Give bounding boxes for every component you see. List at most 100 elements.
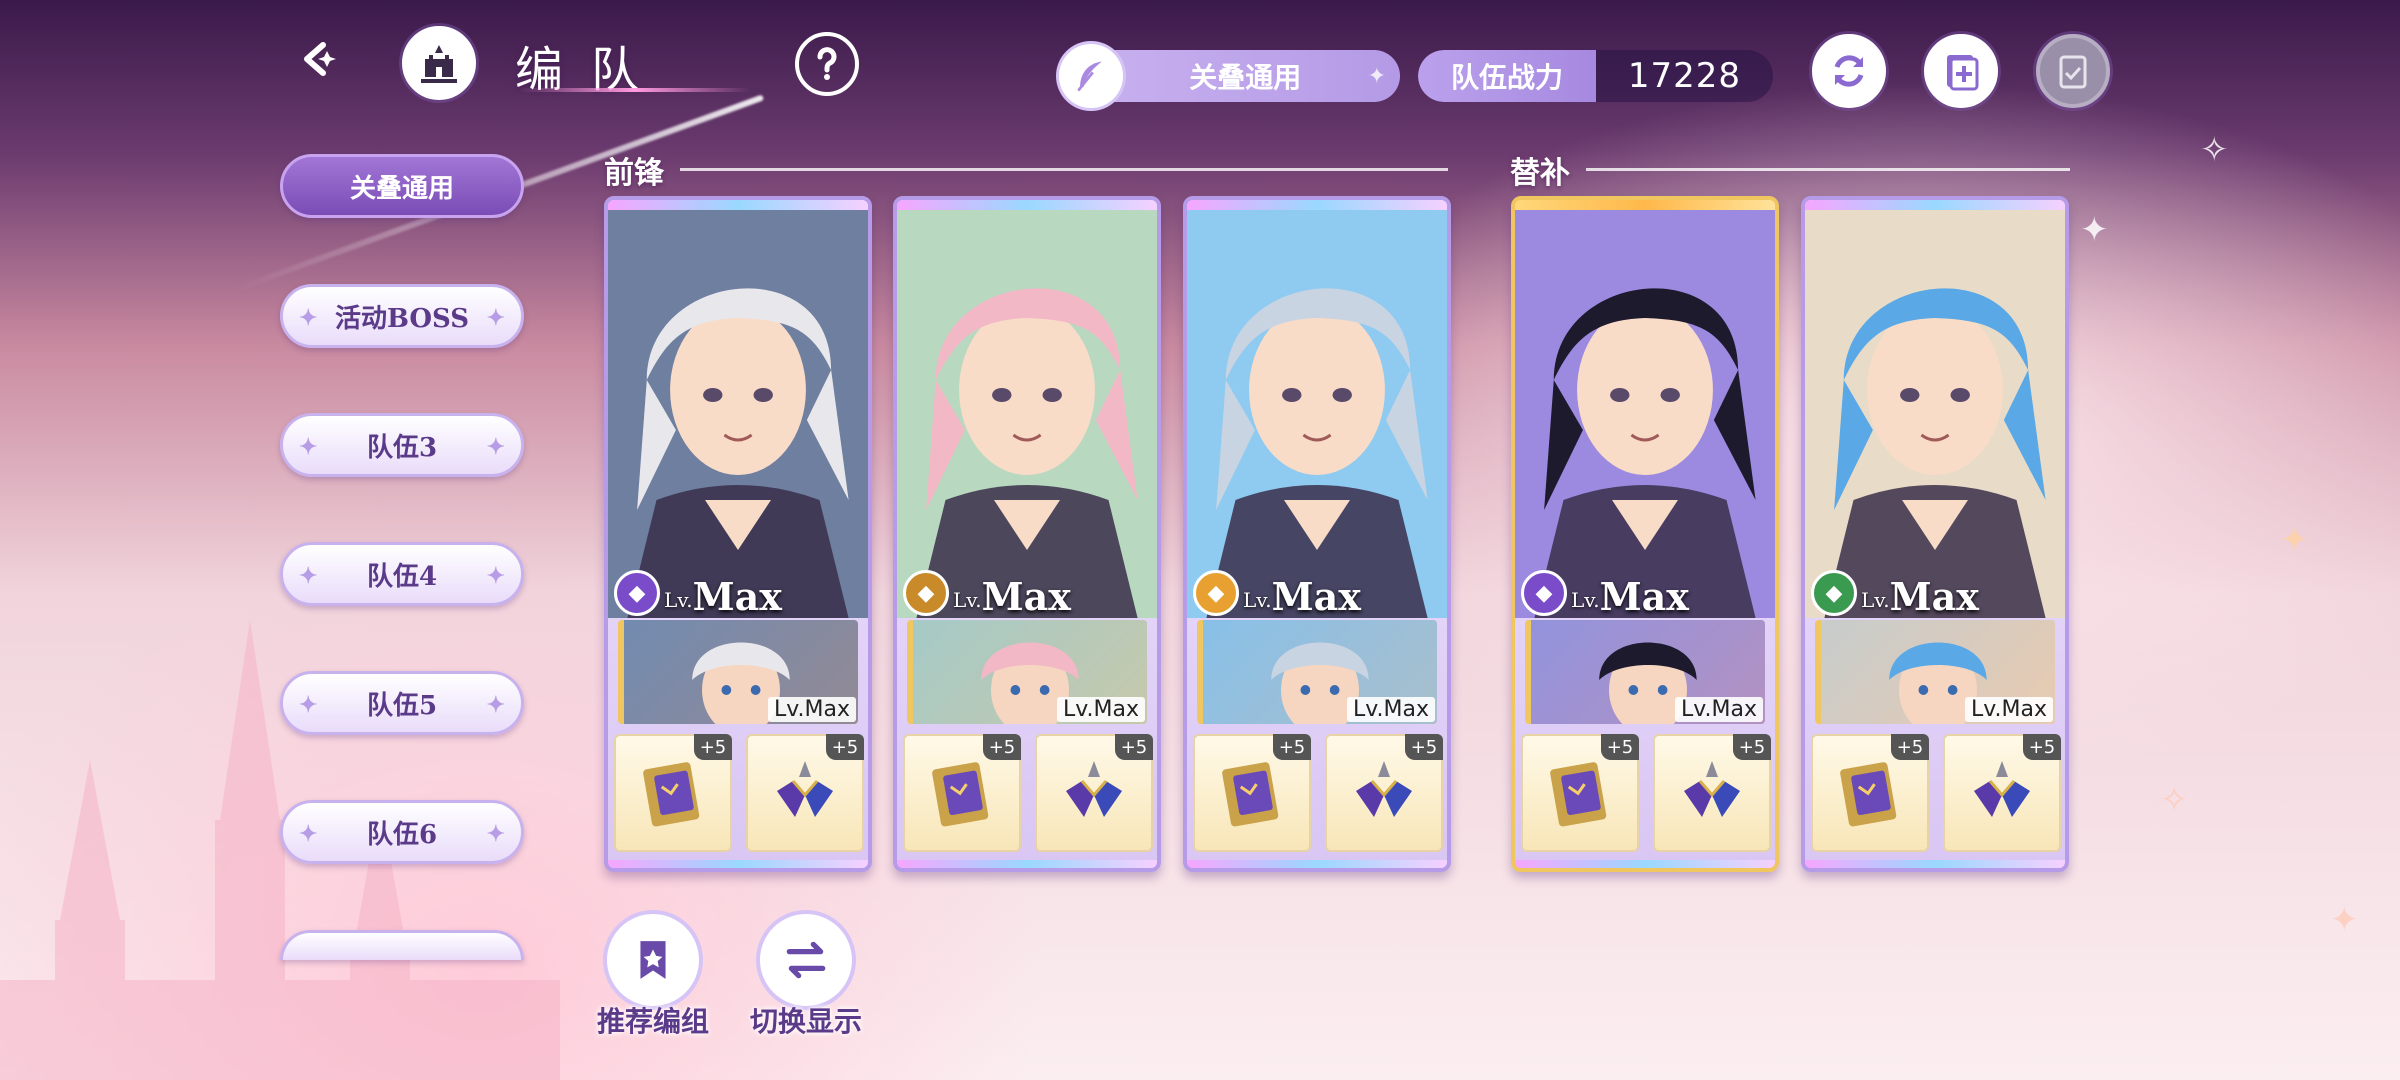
question-icon	[817, 47, 837, 80]
home-button[interactable]	[402, 26, 476, 100]
element-icon: ◆	[903, 570, 949, 616]
book-icon	[1222, 762, 1279, 827]
bookmark-star-icon	[640, 941, 666, 979]
clipboard-icon	[2059, 55, 2087, 89]
support-level: Lv.Max	[767, 697, 856, 722]
equipment-slot-1[interactable]: +5	[1521, 734, 1639, 852]
enhance-level: +5	[2023, 734, 2061, 760]
team-tab-2[interactable]: ✦ ✦ 活动BOSS	[280, 284, 524, 348]
front-section-divider	[680, 168, 1448, 171]
add-team-button[interactable]	[1924, 34, 1998, 108]
team-power: 队伍战力 17228	[1418, 50, 1773, 102]
book-icon	[1840, 762, 1897, 827]
team-tab-4[interactable]: ✦ ✦ 队伍4	[280, 542, 524, 606]
character-card-4[interactable]: ◆ Lv. Max Lv.Max +5 +5	[1511, 196, 1779, 872]
team-tab-label: 关叠通用	[349, 173, 454, 204]
character-card-2[interactable]: ◆ Lv. Max Lv.Max +5 +5	[893, 196, 1161, 872]
character-card-5[interactable]: ◆ Lv. Max Lv.Max +5 +5	[1801, 196, 2069, 872]
equipment-slot-1[interactable]: +5	[1811, 734, 1929, 852]
character-level: ◆ Lv. Max	[1193, 570, 1361, 616]
equipment-slot-2[interactable]: +5	[1035, 734, 1153, 852]
recommend-team-label: 推荐编组	[596, 1005, 709, 1038]
level-prefix: Lv.	[1243, 588, 1272, 612]
equipment-slot-2[interactable]: +5	[1943, 734, 2061, 852]
enhance-level: +5	[826, 734, 864, 760]
team-tab-5[interactable]: ✦ ✦ 队伍5	[280, 671, 524, 735]
sparkle-icon: ✦	[486, 821, 505, 847]
swap-arrows-icon	[786, 941, 826, 979]
team-tab-1[interactable]: 关叠通用	[280, 154, 524, 218]
card-bottom-strip	[1805, 860, 2065, 868]
level-prefix: Lv.	[1571, 588, 1600, 612]
support-card[interactable]: Lv.Max	[1197, 620, 1437, 724]
gem-pendant-icon	[1974, 761, 2030, 817]
level-prefix: Lv.	[953, 588, 982, 612]
equipment-slots: +5 +5	[1193, 734, 1443, 852]
front-section-title: 前锋	[604, 156, 664, 191]
enhance-level: +5	[1405, 734, 1443, 760]
sparkle-icon: ✦	[486, 305, 505, 331]
character-level: ◆ Lv. Max	[614, 570, 782, 616]
copy-team-button[interactable]	[2036, 34, 2110, 108]
character-card-1[interactable]: ◆ Lv. Max Lv.Max +5 +5	[604, 196, 872, 872]
card-rarity-strip	[1805, 200, 2065, 210]
sparkle-icon: ✦	[486, 692, 505, 718]
toggle-display-label: 切换显示	[749, 1005, 862, 1038]
support-card[interactable]: Lv.Max	[1815, 620, 2055, 724]
add-page-icon	[1947, 55, 1979, 91]
character-portrait	[1515, 210, 1775, 618]
team-power-label: 队伍战力	[1418, 50, 1596, 102]
stage-filter-dropdown[interactable]: 关叠通用 ✦	[1059, 44, 1400, 108]
book-icon	[1550, 762, 1607, 827]
back-button[interactable]	[282, 22, 356, 96]
card-bottom-strip	[608, 860, 868, 868]
gem-pendant-icon	[1684, 761, 1740, 817]
enhance-level: +5	[1273, 734, 1311, 760]
team-tab-label: 队伍4	[366, 561, 438, 592]
team-power-value: 17228	[1627, 56, 1742, 96]
team-tab-label: 队伍5	[366, 690, 438, 721]
support-card[interactable]: Lv.Max	[907, 620, 1147, 724]
equipment-slot-2[interactable]: +5	[1653, 734, 1771, 852]
card-rarity-strip	[608, 200, 868, 210]
equipment-slots: +5 +5	[614, 734, 864, 852]
card-bottom-strip	[897, 860, 1157, 868]
character-portrait	[1805, 210, 2065, 618]
team-tab-6[interactable]: ✦ ✦ 队伍6	[280, 800, 524, 864]
equipment-slots: +5 +5	[1811, 734, 2061, 852]
team-tab-3[interactable]: ✦ ✦ 队伍3	[280, 413, 524, 477]
equipment-slot-1[interactable]: +5	[1193, 734, 1311, 852]
element-icon: ◆	[1811, 570, 1857, 616]
card-rarity-strip	[1187, 200, 1447, 210]
book-icon	[643, 762, 700, 827]
equipment-slot-1[interactable]: +5	[903, 734, 1021, 852]
team-tab-label: 活动BOSS	[334, 303, 470, 334]
character-level: ◆ Lv. Max	[1811, 570, 1979, 616]
support-level: Lv.Max	[1674, 697, 1763, 722]
level-prefix: Lv.	[1861, 588, 1890, 612]
team-tab-partial[interactable]	[280, 930, 524, 960]
title-decoration	[520, 88, 750, 92]
card-bottom-strip	[1187, 860, 1447, 868]
level-value: Max	[692, 574, 782, 619]
equipment-slot-1[interactable]: +5	[614, 734, 732, 852]
help-button[interactable]	[795, 32, 859, 96]
toggle-display-button[interactable]: 切换显示	[741, 910, 871, 1040]
sparkle-icon: ✦	[299, 692, 318, 718]
support-card[interactable]: Lv.Max	[618, 620, 858, 724]
gem-pendant-icon	[1356, 761, 1412, 817]
equipment-slot-2[interactable]: +5	[1325, 734, 1443, 852]
support-level: Lv.Max	[1346, 697, 1435, 722]
sub-section-title: 替补	[1510, 156, 1570, 191]
recommend-team-button[interactable]: 推荐编组	[588, 910, 718, 1040]
enhance-level: +5	[1733, 734, 1771, 760]
equipment-slot-2[interactable]: +5	[746, 734, 864, 852]
equipment-slots: +5 +5	[1521, 734, 1771, 852]
sparkle-icon: ✦	[1367, 63, 1386, 89]
refresh-button[interactable]	[1812, 34, 1886, 108]
enhance-level: +5	[1891, 734, 1929, 760]
support-card[interactable]: Lv.Max	[1525, 620, 1765, 724]
character-card-3[interactable]: ◆ Lv. Max Lv.Max +5 +5	[1183, 196, 1451, 872]
back-arrow-icon	[304, 42, 336, 76]
sparkle-icon: ✦	[299, 563, 318, 589]
